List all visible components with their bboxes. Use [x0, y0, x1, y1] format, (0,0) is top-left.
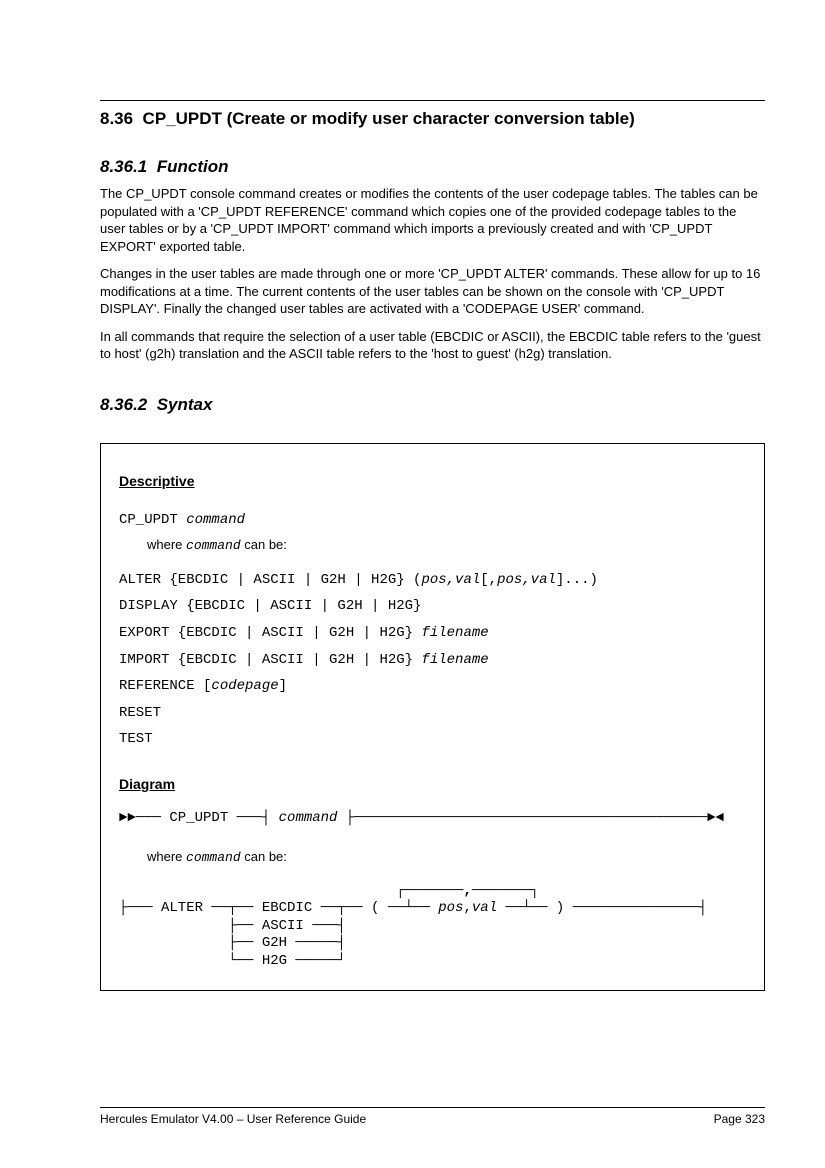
- railroad-where-command: command: [186, 850, 241, 865]
- section-heading: 8.36 CP_UPDT (Create or modify user char…: [100, 109, 765, 129]
- alter-line: ALTER {EBCDIC | ASCII | G2H | H2G} (pos,…: [119, 567, 746, 594]
- alter-prefix: ALTER {EBCDIC | ASCII | G2H | H2G} (: [119, 572, 421, 588]
- function-paragraph-3: In all commands that require the selecti…: [100, 328, 765, 363]
- where-text-2: can be:: [241, 537, 287, 552]
- function-paragraph-1: The CP_UPDT console command creates or m…: [100, 185, 765, 255]
- cp-updt-keyword: CP_UPDT: [119, 512, 178, 528]
- section-number: 8.36: [100, 109, 133, 128]
- where-line: where command can be:: [119, 533, 746, 559]
- subsection-syntax-heading: 8.36.2 Syntax: [100, 395, 765, 415]
- command-placeholder: command: [186, 512, 245, 528]
- subsection1-title: Function: [157, 157, 229, 176]
- reference-prefix: REFERENCE [: [119, 678, 211, 694]
- reset-line: RESET: [119, 700, 746, 727]
- import-filename: filename: [421, 652, 488, 668]
- subsection-function-heading: 8.36.1 Function: [100, 157, 765, 177]
- bottom-rule: [100, 1107, 765, 1108]
- reference-codepage: codepage: [211, 678, 278, 694]
- page-footer: Hercules Emulator V4.00 – User Reference…: [100, 1107, 765, 1126]
- alter-suffix: ]...): [556, 572, 598, 588]
- alter-posval: pos,val: [421, 572, 480, 588]
- railroad-where-1: where: [147, 849, 186, 864]
- export-line: EXPORT {EBCDIC | ASCII | G2H | H2G} file…: [119, 620, 746, 647]
- subsection1-number: 8.36.1: [100, 157, 147, 176]
- subsection2-title: Syntax: [157, 395, 213, 414]
- test-line: TEST: [119, 726, 746, 753]
- descriptive-header: Descriptive: [119, 468, 746, 495]
- footer-page-number: Page 323: [714, 1112, 765, 1126]
- railroad-top: ►►─── CP_UPDT ───┤ command ├────────────…: [119, 810, 746, 828]
- alter-mid: [,: [480, 572, 497, 588]
- railroad-alter: ┌───────,───────┐ ├─── ALTER ──┬── EBCDI…: [119, 883, 746, 971]
- where-text-1: where: [147, 537, 186, 552]
- reference-line: REFERENCE [codepage]: [119, 673, 746, 700]
- import-prefix: IMPORT {EBCDIC | ASCII | G2H | H2G}: [119, 652, 421, 668]
- diagram-header: Diagram: [119, 771, 746, 798]
- railroad-where-2: can be:: [241, 849, 287, 864]
- railroad-where: where command can be:: [119, 845, 746, 871]
- syntax-box: Descriptive CP_UPDT command where comman…: [100, 443, 765, 991]
- footer-doc-title: Hercules Emulator V4.00 – User Reference…: [100, 1112, 366, 1126]
- where-command: command: [186, 538, 241, 553]
- function-paragraph-2: Changes in the user tables are made thro…: [100, 265, 765, 318]
- export-prefix: EXPORT {EBCDIC | ASCII | G2H | H2G}: [119, 625, 421, 641]
- alter-posval2: pos,val: [497, 572, 556, 588]
- top-rule: [100, 100, 765, 101]
- display-line: DISPLAY {EBCDIC | ASCII | G2H | H2G}: [119, 593, 746, 620]
- reference-suffix: ]: [279, 678, 287, 694]
- subsection2-number: 8.36.2: [100, 395, 147, 414]
- cp-updt-line: CP_UPDT command: [119, 507, 746, 534]
- section-title-text: CP_UPDT (Create or modify user character…: [143, 109, 635, 128]
- import-line: IMPORT {EBCDIC | ASCII | G2H | H2G} file…: [119, 647, 746, 674]
- export-filename: filename: [421, 625, 488, 641]
